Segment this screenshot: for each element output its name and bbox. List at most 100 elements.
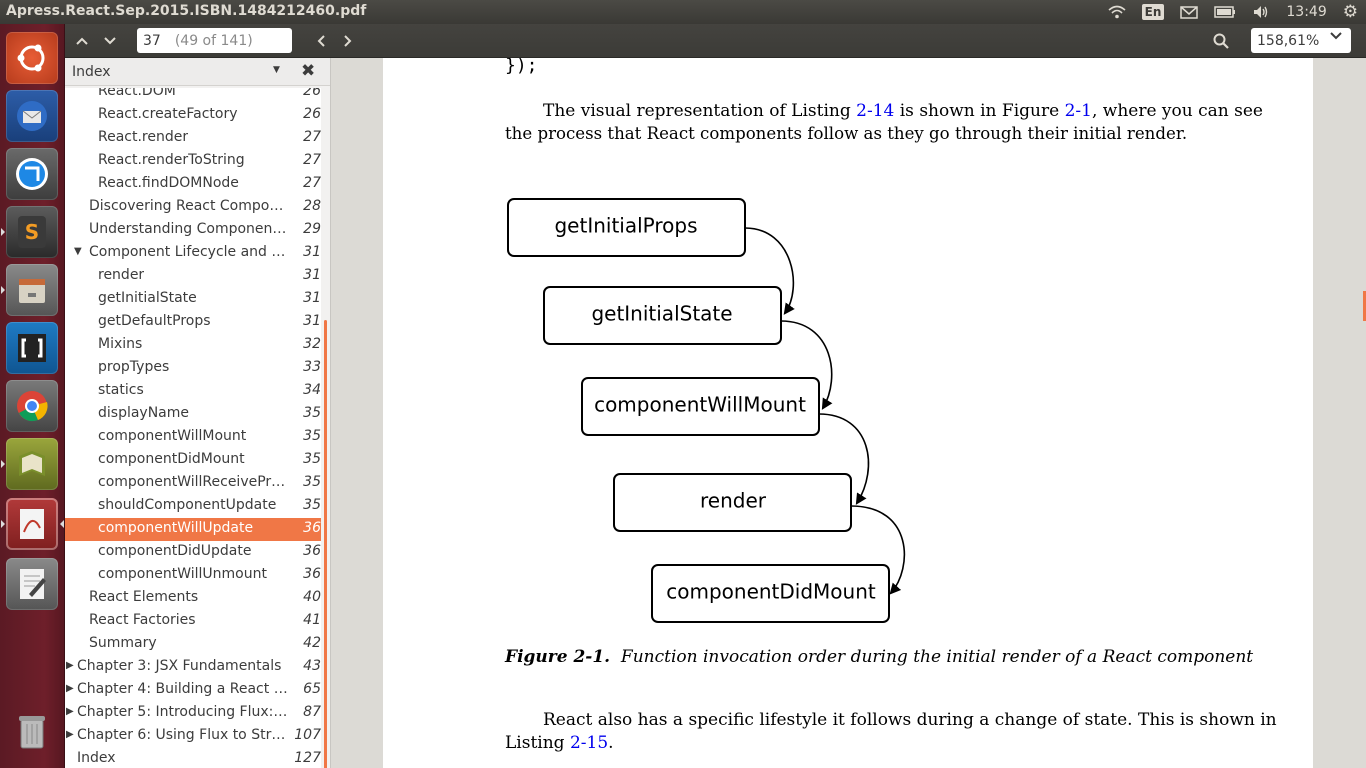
sublime-text-icon[interactable]: S xyxy=(6,206,58,258)
text-editor-icon[interactable] xyxy=(6,558,58,610)
index-item[interactable]: Understanding Component… 29 xyxy=(65,219,321,242)
expander-collapsed-icon[interactable]: ▶ xyxy=(66,706,74,717)
index-item[interactable]: ▶ Chapter 3: JSX Fundamentals 43 xyxy=(65,656,321,679)
ubuntu-dash-icon[interactable] xyxy=(6,32,58,84)
wifi-icon[interactable] xyxy=(1100,0,1134,24)
index-item[interactable]: ▶ Chapter 6: Using Flux to Stru… 107 xyxy=(65,725,321,748)
chevron-down-icon xyxy=(1329,30,1343,45)
index-item[interactable]: React.findDOMNode 27 xyxy=(65,173,321,196)
index-item-label: React Elements xyxy=(89,589,199,605)
figure-caption: Figure 2-1. Function invocation order du… xyxy=(505,647,1253,667)
index-item-page: 65 xyxy=(303,681,321,697)
gear-icon[interactable]: ⚙ xyxy=(1335,0,1366,24)
mail-icon[interactable] xyxy=(1172,0,1206,24)
index-item[interactable]: componentWillMount 35 xyxy=(65,426,321,449)
index-item[interactable]: componentWillReceivePr… 35 xyxy=(65,472,321,495)
zoom-value: 158,61% xyxy=(1257,32,1320,49)
trash-icon[interactable] xyxy=(6,706,58,758)
battery-icon[interactable] xyxy=(1206,0,1244,24)
index-item[interactable]: componentWillUpdate 36 xyxy=(65,518,321,541)
close-icon[interactable]: ✖ xyxy=(301,61,315,81)
index-item[interactable]: React.createFactory 26 xyxy=(65,104,321,127)
document-viewer-icon[interactable] xyxy=(6,498,58,550)
index-item[interactable]: getInitialState 31 xyxy=(65,288,321,311)
index-item-label: Understanding Component… xyxy=(89,221,290,237)
brackets-icon[interactable] xyxy=(6,322,58,374)
next-page-button[interactable] xyxy=(97,28,123,54)
index-item[interactable]: render 31 xyxy=(65,265,321,288)
index-item-page: 36 xyxy=(303,566,321,582)
app-blue-icon[interactable] xyxy=(6,148,58,200)
index-item[interactable]: statics 34 xyxy=(65,380,321,403)
paragraph-2-line-2: Listing 2-15. xyxy=(505,733,614,753)
dropdown-arrow-icon[interactable]: ▼ xyxy=(273,65,280,75)
index-item[interactable]: React Elements 40 xyxy=(65,587,321,610)
index-item[interactable]: componentDidUpdate 36 xyxy=(65,541,321,564)
node-getInitialState: getInitialState xyxy=(543,286,782,345)
index-item[interactable]: componentDidMount 35 xyxy=(65,449,321,472)
expander-collapsed-icon[interactable]: ▶ xyxy=(66,660,74,671)
index-item-label: propTypes xyxy=(98,359,170,375)
index-item[interactable]: ▶ Chapter 5: Introducing Flux: … 87 xyxy=(65,702,321,725)
sidebar-view-selector[interactable]: Index xyxy=(72,64,111,80)
index-item-page: 26 xyxy=(303,88,321,99)
index-item[interactable]: ▼ Component Lifecycle and R… 31 xyxy=(65,242,321,265)
thunderbird-icon[interactable] xyxy=(6,90,58,142)
index-item[interactable]: componentWillUnmount 36 xyxy=(65,564,321,587)
paragraph-1-line-2: the process that React components follow… xyxy=(505,124,1188,143)
index-item-page: 26 xyxy=(303,106,321,122)
index-item[interactable]: Summary 42 xyxy=(65,633,321,656)
index-item[interactable]: propTypes 33 xyxy=(65,357,321,380)
search-icon[interactable] xyxy=(1208,28,1234,54)
history-back-button[interactable] xyxy=(308,28,334,54)
index-item[interactable]: Discovering React Compon… 28 xyxy=(65,196,321,219)
expander-collapsed-icon[interactable]: ▶ xyxy=(66,729,74,740)
index-item[interactable]: ▶ Chapter 4: Building a React W… 65 xyxy=(65,679,321,702)
index-item[interactable]: React Factories 41 xyxy=(65,610,321,633)
document-view[interactable]: }); The visual representation of Listing… xyxy=(331,58,1366,768)
index-item-label: React.findDOMNode xyxy=(98,175,239,191)
caption-label: Figure 2-1. xyxy=(505,647,611,667)
listing-link[interactable]: 2-15 xyxy=(570,733,608,753)
previous-page-button[interactable] xyxy=(69,28,95,54)
index-item[interactable]: React.DOM 26 xyxy=(65,88,321,104)
clock[interactable]: 13:49 xyxy=(1278,0,1334,24)
index-item[interactable]: React.render 27 xyxy=(65,127,321,150)
index-item-label: getInitialState xyxy=(98,290,197,306)
index-item-page: 35 xyxy=(303,428,321,444)
page-number-input[interactable]: 37 (49 of 141) xyxy=(137,28,292,53)
node-getInitialProps: getInitialProps xyxy=(507,198,746,257)
caption-text: Function invocation order during the ini… xyxy=(620,647,1254,667)
history-forward-button[interactable] xyxy=(335,28,361,54)
index-item-page: 31 xyxy=(303,244,321,260)
index-item[interactable]: Index 127 xyxy=(65,748,321,768)
scrollbar-thumb[interactable] xyxy=(324,320,327,768)
index-item[interactable]: React.renderToString 27 xyxy=(65,150,321,173)
files-icon[interactable] xyxy=(6,264,58,316)
index-item-page: 35 xyxy=(303,451,321,467)
ebook-reader-icon[interactable] xyxy=(6,438,58,490)
expander-expanded-icon[interactable]: ▼ xyxy=(74,246,82,257)
index-item-label: statics xyxy=(98,382,144,398)
toolbar: 37 (49 of 141) 158,61% xyxy=(65,24,1366,58)
index-item[interactable]: Mixins 32 xyxy=(65,334,321,357)
index-item[interactable]: getDefaultProps 31 xyxy=(65,311,321,334)
index-item-page: 35 xyxy=(303,497,321,513)
index-item-page: 27 xyxy=(303,129,321,145)
zoom-select[interactable]: 158,61% xyxy=(1251,28,1351,53)
keyboard-layout-indicator[interactable]: En xyxy=(1134,0,1173,24)
expander-collapsed-icon[interactable]: ▶ xyxy=(66,683,74,694)
node-label: componentDidMount xyxy=(666,580,876,604)
volume-icon[interactable] xyxy=(1244,0,1278,24)
index-item[interactable]: displayName 35 xyxy=(65,403,321,426)
current-page: 37 xyxy=(143,32,161,49)
listing-link[interactable]: 2-14 xyxy=(856,101,894,121)
sidebar-scrollbar[interactable] xyxy=(321,88,330,768)
index-item-label: React.createFactory xyxy=(98,106,238,122)
index-item[interactable]: shouldComponentUpdate 35 xyxy=(65,495,321,518)
index-item-page: 127 xyxy=(294,750,321,766)
chrome-icon[interactable] xyxy=(6,380,58,432)
figure-link[interactable]: 2-1 xyxy=(1065,101,1092,121)
node-label: componentWillMount xyxy=(594,393,806,417)
index-item-page: 32 xyxy=(303,336,321,352)
